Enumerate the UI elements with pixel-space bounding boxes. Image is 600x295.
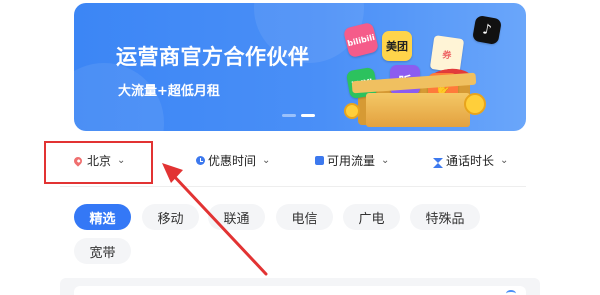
annotation-arrow-shaft <box>170 172 268 276</box>
page: 运营商官方合作伙伴 大流量+超低月租 bilibili 美团 券 ♪ iQIYI… <box>0 0 600 295</box>
annotation-arrow <box>162 163 268 276</box>
annotation-arrow-head <box>162 163 183 183</box>
